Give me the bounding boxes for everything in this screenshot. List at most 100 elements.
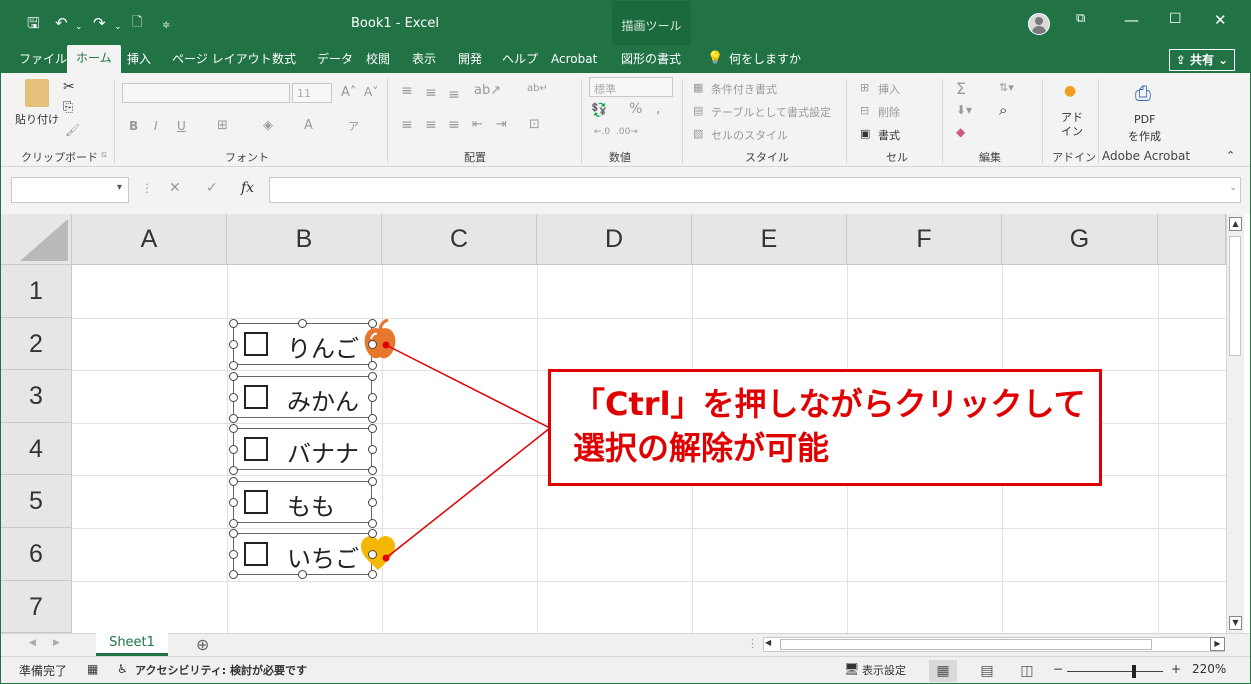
resize-handle[interactable] bbox=[229, 445, 238, 454]
ribbon-display-options-icon[interactable]: ⧉ bbox=[1076, 11, 1085, 26]
delete-cells-button[interactable]: 削除 bbox=[878, 104, 900, 120]
accounting-format-icon[interactable]: 💱 bbox=[591, 103, 607, 118]
insert-cells-button[interactable]: 挿入 bbox=[878, 81, 900, 97]
page-layout-view-icon[interactable]: ▤ bbox=[973, 660, 1001, 682]
clipboard-launcher-icon[interactable]: ⧅ bbox=[101, 150, 107, 160]
macro-record-icon[interactable]: ▦ bbox=[87, 662, 98, 676]
tab-splitter-icon[interactable]: ⋮ bbox=[747, 637, 758, 650]
expand-formula-bar-icon[interactable]: ⌄ bbox=[1229, 182, 1237, 193]
resize-handle[interactable] bbox=[229, 466, 238, 475]
zoom-slider-track[interactable] bbox=[1067, 671, 1163, 672]
underline-button[interactable]: U bbox=[177, 119, 186, 133]
resize-handle[interactable] bbox=[368, 445, 377, 454]
increase-indent-icon[interactable]: ⇥ bbox=[496, 117, 507, 132]
checkbox-banana[interactable]: バナナ bbox=[233, 428, 372, 470]
scroll-up-icon[interactable]: ▲ bbox=[1229, 217, 1242, 231]
font-name-box[interactable] bbox=[122, 83, 290, 103]
zoom-level[interactable]: 220% bbox=[1192, 662, 1226, 676]
align-middle-icon[interactable]: ≡ bbox=[425, 85, 437, 101]
find-select-icon[interactable]: ⌕ bbox=[999, 101, 1007, 119]
column-header-a[interactable]: A bbox=[72, 214, 227, 265]
create-pdf-button-line1[interactable]: PDF bbox=[1134, 113, 1155, 126]
conditional-formatting-button[interactable]: 条件付き書式 bbox=[711, 81, 777, 97]
tab-formulas[interactable]: 数式 bbox=[272, 49, 296, 73]
enter-icon[interactable]: ✓ bbox=[206, 180, 218, 196]
column-header-g[interactable]: G bbox=[1002, 214, 1158, 265]
horizontal-scroll-thumb[interactable] bbox=[780, 639, 1152, 650]
undo-dropdown-icon[interactable]: ⌄ bbox=[75, 17, 83, 37]
font-size-box[interactable]: 11 bbox=[292, 83, 332, 103]
create-pdf-icon[interactable]: ⎙ bbox=[1135, 81, 1151, 105]
increase-decimal-icon[interactable]: ←.0 bbox=[594, 127, 610, 137]
resize-handle[interactable] bbox=[229, 424, 238, 433]
resize-handle[interactable] bbox=[368, 550, 377, 559]
borders-icon[interactable]: ⊞ bbox=[217, 118, 228, 133]
resize-handle[interactable] bbox=[229, 393, 238, 402]
comma-style-icon[interactable]: , bbox=[656, 101, 660, 117]
insert-function-icon[interactable]: fx bbox=[241, 180, 254, 196]
align-bottom-icon[interactable]: ≡ bbox=[448, 87, 460, 103]
resize-handle[interactable] bbox=[368, 466, 377, 475]
close-icon[interactable]: ✕ bbox=[1214, 11, 1227, 29]
resize-handle[interactable] bbox=[368, 393, 377, 402]
collapse-ribbon-icon[interactable]: ⌃ bbox=[1226, 149, 1235, 162]
align-top-icon[interactable]: ≡ bbox=[401, 83, 413, 99]
checkbox-square[interactable] bbox=[244, 490, 268, 514]
zoom-in-button[interactable]: + bbox=[1171, 662, 1181, 676]
select-all-corner[interactable] bbox=[1, 214, 72, 265]
column-header-c[interactable]: C bbox=[382, 214, 537, 265]
checkbox-square[interactable] bbox=[244, 542, 268, 566]
percent-button[interactable]: % bbox=[629, 101, 642, 117]
column-header-b[interactable]: B bbox=[227, 214, 382, 265]
row-header-1[interactable]: 1 bbox=[1, 265, 72, 318]
decrease-indent-icon[interactable]: ⇤ bbox=[472, 117, 483, 132]
resize-handle[interactable] bbox=[368, 519, 377, 528]
bold-button[interactable]: B bbox=[129, 119, 138, 133]
cut-icon[interactable]: ✂ bbox=[63, 79, 75, 95]
tab-file[interactable]: ファイル bbox=[19, 49, 67, 73]
resize-handle[interactable] bbox=[368, 477, 377, 486]
format-painter-icon[interactable]: 🖌 bbox=[65, 123, 80, 137]
resize-handle[interactable] bbox=[368, 372, 377, 381]
column-header-f[interactable]: F bbox=[847, 214, 1002, 265]
column-header-e[interactable]: E bbox=[692, 214, 847, 265]
resize-handle[interactable] bbox=[368, 498, 377, 507]
decrease-decimal-icon[interactable]: .00→ bbox=[616, 127, 638, 137]
resize-handle[interactable] bbox=[368, 529, 377, 538]
row-header-2[interactable]: 2 bbox=[1, 318, 72, 370]
resize-handle[interactable] bbox=[368, 340, 377, 349]
clear-icon[interactable]: ◆ bbox=[956, 125, 965, 139]
paste-icon[interactable] bbox=[25, 79, 49, 107]
increase-font-icon[interactable]: A˄ bbox=[341, 85, 356, 100]
create-pdf-button-line2[interactable]: を作成 bbox=[1128, 128, 1161, 144]
customize-qat-icon[interactable]: ≑ bbox=[162, 16, 170, 36]
vertical-scroll-thumb[interactable] bbox=[1229, 236, 1241, 356]
resize-handle[interactable] bbox=[368, 414, 377, 423]
resize-handle[interactable] bbox=[229, 570, 238, 579]
redo-dropdown-icon[interactable]: ⌄ bbox=[114, 17, 122, 37]
zoom-out-button[interactable]: − bbox=[1053, 662, 1063, 676]
checkbox-strawberry[interactable]: いちご bbox=[233, 533, 372, 575]
align-left-icon[interactable]: ≡ bbox=[401, 117, 413, 133]
undo-icon[interactable]: ↶ bbox=[55, 13, 68, 33]
tab-view[interactable]: 表示 bbox=[412, 49, 436, 73]
tab-developer[interactable]: 開発 bbox=[458, 49, 482, 73]
addins-icon[interactable]: ● bbox=[1064, 83, 1076, 99]
resize-handle[interactable] bbox=[368, 424, 377, 433]
prev-sheet-icon[interactable]: ◀ bbox=[29, 638, 36, 648]
display-settings-button[interactable]: 表示設定 bbox=[862, 662, 906, 678]
resize-handle[interactable] bbox=[229, 361, 238, 370]
decrease-font-icon[interactable]: A˅ bbox=[364, 85, 378, 99]
resize-handle[interactable] bbox=[229, 414, 238, 423]
row-header-5[interactable]: 5 bbox=[1, 475, 72, 528]
add-sheet-icon[interactable]: ⊕ bbox=[196, 635, 209, 654]
resize-handle[interactable] bbox=[229, 340, 238, 349]
orientation-icon[interactable]: ab↗ bbox=[474, 83, 501, 98]
cell-styles-button[interactable]: セルのスタイル bbox=[711, 127, 788, 143]
maximize-icon[interactable]: ☐ bbox=[1169, 11, 1182, 27]
name-box-dropdown-icon[interactable]: ▾ bbox=[117, 182, 122, 193]
next-sheet-icon[interactable]: ▶ bbox=[53, 638, 60, 648]
resize-handle[interactable] bbox=[368, 319, 377, 328]
normal-view-icon[interactable]: ▦ bbox=[929, 660, 957, 682]
zoom-slider-thumb[interactable] bbox=[1132, 665, 1136, 678]
